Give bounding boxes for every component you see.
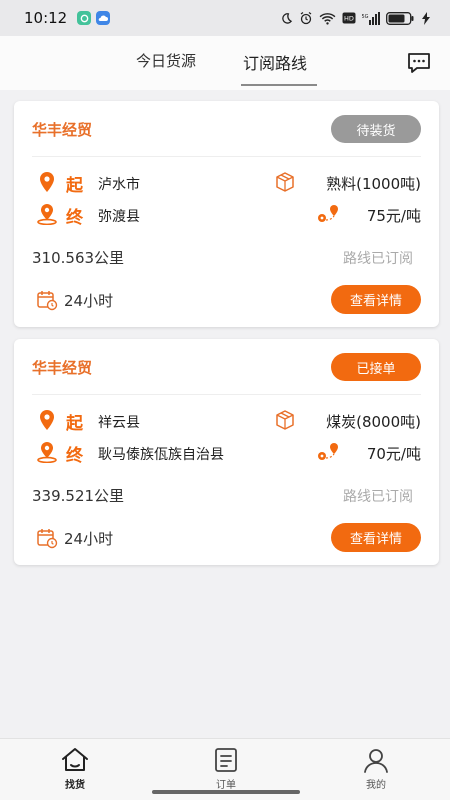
goods-info: 煤炭(8000吨) [326,413,421,431]
home-indicator[interactable] [152,790,300,794]
location-pin-icon [40,172,54,192]
battery-icon [386,11,414,25]
home-icon [62,748,88,771]
freight-price: 75元/吨 [366,207,421,225]
calendar-clock-icon [37,291,58,311]
location-pin-icon [40,410,54,430]
nav-label: 订单 [216,780,236,791]
tab-subscribed-routes[interactable]: 订阅路线 [243,50,307,74]
destination-tag: 终 [66,208,83,228]
cloud-notification-icon [96,11,111,25]
nav-find-cargo[interactable]: 找货 [45,747,105,791]
status-badge: 待装货 [331,115,421,143]
svg-text:HD: HD [344,15,354,23]
destination-tag: 终 [66,446,83,466]
wifi-icon [319,12,336,25]
nav-label: 找货 [65,780,85,791]
top-tab-bar: 今日货源 订阅路线 [0,36,450,90]
status-bar: 10:12 HD 5G [0,0,450,36]
message-icon [408,53,430,73]
subscription-status: 路线已订阅 [343,489,413,505]
nav-profile[interactable]: 我的 [346,747,406,791]
destination-city: 弥渡县 [98,209,140,225]
divider [32,156,421,157]
origin-city: 祥云县 [98,415,140,431]
view-details-button[interactable]: 查看详情 [331,523,421,552]
origin-tag: 起 [66,176,83,196]
tab-today-cargo[interactable]: 今日货源 [136,50,196,71]
cargo-card[interactable]: 华丰经贸 已接单 起 祥云县 煤炭(8000吨) 终 耿马傣族佤族自治县 70元… [14,339,439,565]
duration-text: 24小时 [64,292,114,310]
package-icon [276,410,294,430]
status-time: 10:12 [24,9,68,27]
subscription-status: 路线已订阅 [343,251,413,267]
route-pin-icon [318,205,338,222]
duration-text: 24小时 [64,530,114,548]
route-distance: 310.563公里 [32,249,125,267]
company-name: 华丰经贸 [32,359,93,377]
destination-city: 耿马傣族佤族自治县 [98,447,224,463]
view-details-button[interactable]: 查看详情 [331,285,421,314]
status-icons: HD 5G [280,11,430,25]
freight-price: 70元/吨 [366,445,421,463]
nav-label: 我的 [366,780,386,791]
destination-pin-icon [37,442,57,463]
svg-text:5G: 5G [362,14,369,20]
order-list-icon [215,748,237,772]
route-distance: 339.521公里 [32,487,125,505]
alarm-icon [300,12,312,25]
app-notification-icon [77,11,92,25]
origin-city: 泸水市 [98,177,140,193]
company-name: 华丰经贸 [32,121,93,139]
divider [32,394,421,395]
nav-orders[interactable]: 订单 [196,747,256,791]
active-tab-indicator [241,84,317,86]
hd-icon: HD [342,12,356,24]
message-button[interactable] [406,51,432,75]
status-badge: 已接单 [331,353,421,381]
charging-icon [422,11,430,25]
signal-icon: 5G [362,11,380,25]
goods-info: 熟料(1000吨) [326,175,421,193]
origin-tag: 起 [66,414,83,434]
user-icon [364,749,388,773]
destination-pin-icon [37,204,57,225]
moon-icon [282,12,293,24]
cargo-card[interactable]: 华丰经贸 待装货 起 泸水市 熟料(1000吨) 终 弥渡县 75元/吨 310… [14,101,439,327]
calendar-clock-icon [37,529,58,549]
route-pin-icon [318,443,338,460]
package-icon [276,172,294,192]
